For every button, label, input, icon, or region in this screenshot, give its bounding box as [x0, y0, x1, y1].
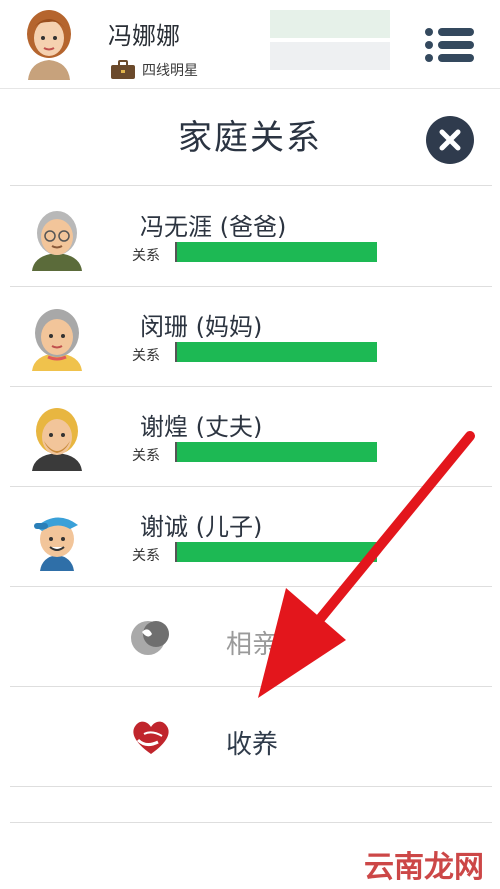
- relation-bar: [175, 342, 377, 362]
- family-member-row[interactable]: 谢诚 (儿子) 关系: [0, 487, 500, 585]
- divider: [10, 686, 492, 687]
- relation-label: 关系: [132, 548, 160, 564]
- divider: [10, 185, 492, 186]
- close-icon: [439, 129, 461, 151]
- relation-bar: [175, 242, 377, 262]
- relation-label: 关系: [132, 248, 160, 264]
- grandpa-avatar: [32, 211, 82, 271]
- blind-date-option[interactable]: 相亲: [0, 588, 500, 686]
- relation-bar: [175, 542, 377, 562]
- family-member-row[interactable]: 谢煌 (丈夫) 关系: [0, 387, 500, 485]
- relation-label: 关系: [132, 448, 160, 464]
- divider: [10, 822, 492, 823]
- relation-bar: [175, 442, 377, 462]
- relation-label: 关系: [132, 348, 160, 364]
- player-name: 冯娜娜: [108, 22, 180, 50]
- adopt-option[interactable]: 收养: [0, 688, 500, 786]
- husband-avatar: [32, 408, 82, 471]
- blurred-area: [270, 10, 330, 38]
- option-label: 相亲: [226, 630, 279, 660]
- date-hearts-icon: [131, 621, 169, 655]
- blurred-area: [330, 42, 390, 70]
- career-label: 四线明星: [142, 63, 198, 79]
- son-avatar: [34, 517, 78, 571]
- blurred-area: [270, 42, 330, 70]
- family-member-row[interactable]: 冯无涯 (爸爸) 关系: [0, 187, 500, 285]
- option-label: 收养: [226, 730, 279, 760]
- player-avatar[interactable]: [20, 6, 78, 80]
- close-button[interactable]: [426, 116, 474, 164]
- divider: [10, 586, 492, 587]
- member-name: 谢诚 (儿子): [140, 513, 263, 541]
- menu-icon[interactable]: [424, 28, 474, 62]
- divider: [10, 786, 492, 787]
- top-bar: 冯娜娜 四线明星: [0, 0, 500, 89]
- career-status: 四线明星: [110, 60, 198, 80]
- watermark: 云南龙网: [364, 850, 484, 885]
- family-member-row[interactable]: 闵珊 (妈妈) 关系: [0, 287, 500, 385]
- member-name: 冯无涯 (爸爸): [140, 213, 287, 241]
- blurred-area: [330, 10, 390, 38]
- grandma-avatar: [32, 309, 82, 371]
- adopt-heart-icon: [133, 721, 169, 754]
- member-name: 谢煌 (丈夫): [140, 413, 263, 441]
- page-title: 家庭关系: [178, 118, 322, 158]
- briefcase-icon: [111, 60, 135, 79]
- member-name: 闵珊 (妈妈): [140, 313, 263, 341]
